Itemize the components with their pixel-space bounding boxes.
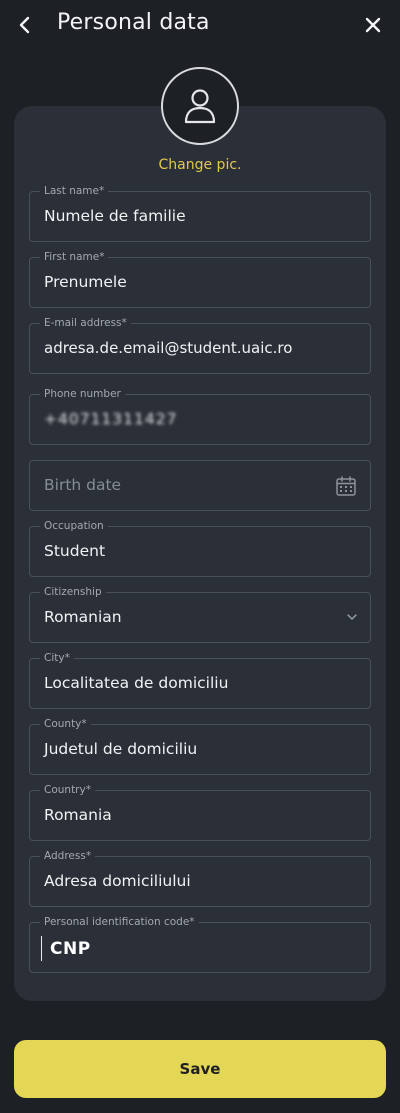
- city-label: City*: [40, 651, 74, 665]
- close-button[interactable]: [360, 10, 386, 40]
- email-value: adresa.de.email@student.uaic.ro: [44, 339, 293, 357]
- save-button[interactable]: Save: [14, 1040, 386, 1098]
- save-button-label: Save: [179, 1060, 221, 1078]
- email-field[interactable]: E-mail address* adresa.de.email@student.…: [29, 316, 371, 374]
- citizenship-select[interactable]: Citizenship Romanian: [29, 585, 371, 643]
- address-label: Address*: [40, 849, 96, 863]
- birth-date-placeholder: Birth date: [44, 476, 122, 494]
- chevron-left-icon: [19, 16, 30, 34]
- user-icon: [184, 89, 216, 124]
- first-name-value: Prenumele: [44, 273, 127, 291]
- county-field[interactable]: County* Judetul de domiciliu: [29, 717, 371, 775]
- last-name-value: Numele de familie: [44, 207, 186, 225]
- first-name-field[interactable]: First name* Prenumele: [29, 250, 371, 308]
- first-name-label: First name*: [40, 250, 109, 264]
- back-button[interactable]: [12, 10, 38, 40]
- chevron-down-icon: [347, 614, 357, 620]
- cnp-value: CNP: [50, 939, 91, 959]
- close-icon: [365, 17, 381, 33]
- city-value: Localitatea de domiciliu: [44, 674, 229, 692]
- address-field[interactable]: Address* Adresa domiciliului: [29, 849, 371, 907]
- county-value: Judetul de domiciliu: [44, 740, 198, 758]
- citizenship-label: Citizenship: [40, 585, 106, 599]
- phone-label: Phone number: [40, 387, 125, 401]
- city-field[interactable]: City* Localitatea de domiciliu: [29, 651, 371, 709]
- country-value: Romania: [44, 806, 112, 824]
- cnp-field[interactable]: Personal identification code* CNP: [29, 915, 371, 973]
- occupation-field[interactable]: Occupation Student: [29, 519, 371, 577]
- page-title: Personal data: [57, 10, 210, 35]
- phone-value: +40711311427: [44, 410, 178, 428]
- change-pic-link[interactable]: Change pic.: [0, 157, 400, 173]
- avatar[interactable]: [161, 67, 239, 145]
- country-label: Country*: [40, 783, 95, 797]
- country-field[interactable]: Country* Romania: [29, 783, 371, 841]
- phone-field[interactable]: Phone number +40711311427: [29, 387, 371, 445]
- county-label: County*: [40, 717, 91, 731]
- cnp-label: Personal identification code*: [40, 915, 199, 929]
- last-name-label: Last name*: [40, 184, 109, 198]
- birth-date-field[interactable]: Birth date: [29, 460, 371, 511]
- header: Personal data: [0, 0, 400, 52]
- occupation-value: Student: [44, 542, 106, 560]
- calendar-icon[interactable]: [335, 475, 357, 497]
- text-cursor: [41, 936, 42, 961]
- last-name-field[interactable]: Last name* Numele de familie: [29, 184, 371, 242]
- citizenship-value: Romanian: [44, 608, 122, 626]
- email-label: E-mail address*: [40, 316, 131, 330]
- occupation-label: Occupation: [40, 519, 108, 533]
- address-value: Adresa domiciliului: [44, 872, 191, 890]
